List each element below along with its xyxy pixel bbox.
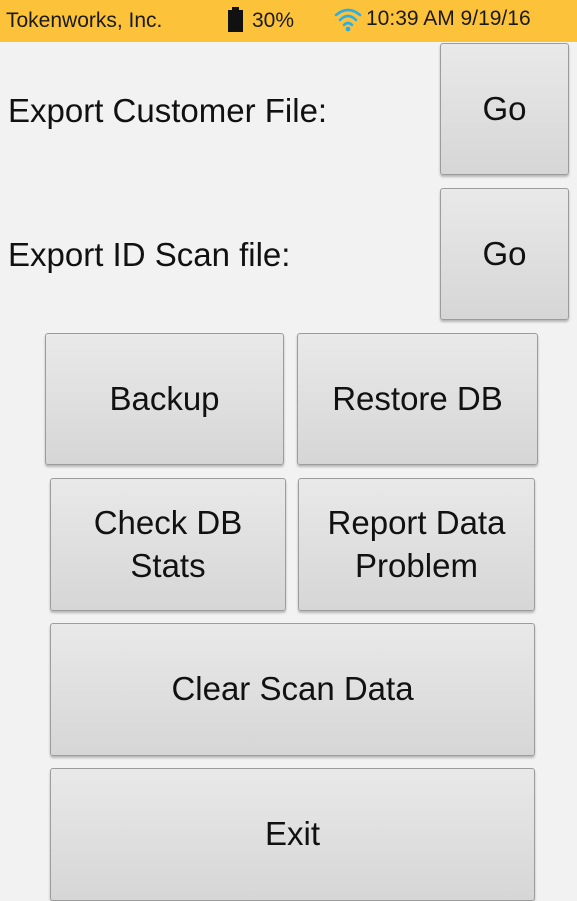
exit-label: Exit	[264, 815, 320, 853]
clear-scan-data-button[interactable]: Clear Scan Data	[50, 623, 535, 756]
report-data-problem-label: Report Data Problem	[327, 503, 506, 584]
report-data-problem-button[interactable]: Report Data Problem	[298, 478, 535, 611]
clock-area: 10:39 AM 9/19/16	[334, 6, 531, 32]
backup-label: Backup	[109, 379, 220, 417]
export-customer-go-label: Go	[482, 89, 527, 127]
battery-icon	[228, 7, 243, 32]
check-db-stats-button[interactable]: Check DB Stats	[50, 478, 286, 611]
export-idscan-label: Export ID Scan file:	[8, 236, 291, 273]
battery-percent: 30%	[252, 9, 295, 32]
status-bar: Tokenworks, Inc. 30% 10:39 AM 9/19/16	[0, 0, 577, 42]
wifi-icon	[334, 8, 362, 32]
restore-db-button[interactable]: Restore DB	[297, 333, 538, 465]
export-idscan-go-button[interactable]: Go	[440, 188, 569, 320]
export-idscan-go-label: Go	[482, 234, 527, 272]
carrier-name: Tokenworks, Inc.	[6, 9, 163, 32]
battery-indicator: 30%	[228, 7, 295, 33]
export-customer-label: Export Customer File:	[8, 92, 328, 129]
datetime-text: 10:39 AM 9/19/16	[366, 7, 531, 30]
exit-button[interactable]: Exit	[50, 768, 535, 901]
export-customer-go-button[interactable]: Go	[440, 43, 569, 175]
backup-button[interactable]: Backup	[45, 333, 284, 465]
clear-scan-data-label: Clear Scan Data	[171, 670, 414, 708]
restore-db-label: Restore DB	[332, 379, 503, 417]
check-db-stats-label: Check DB Stats	[93, 503, 243, 584]
